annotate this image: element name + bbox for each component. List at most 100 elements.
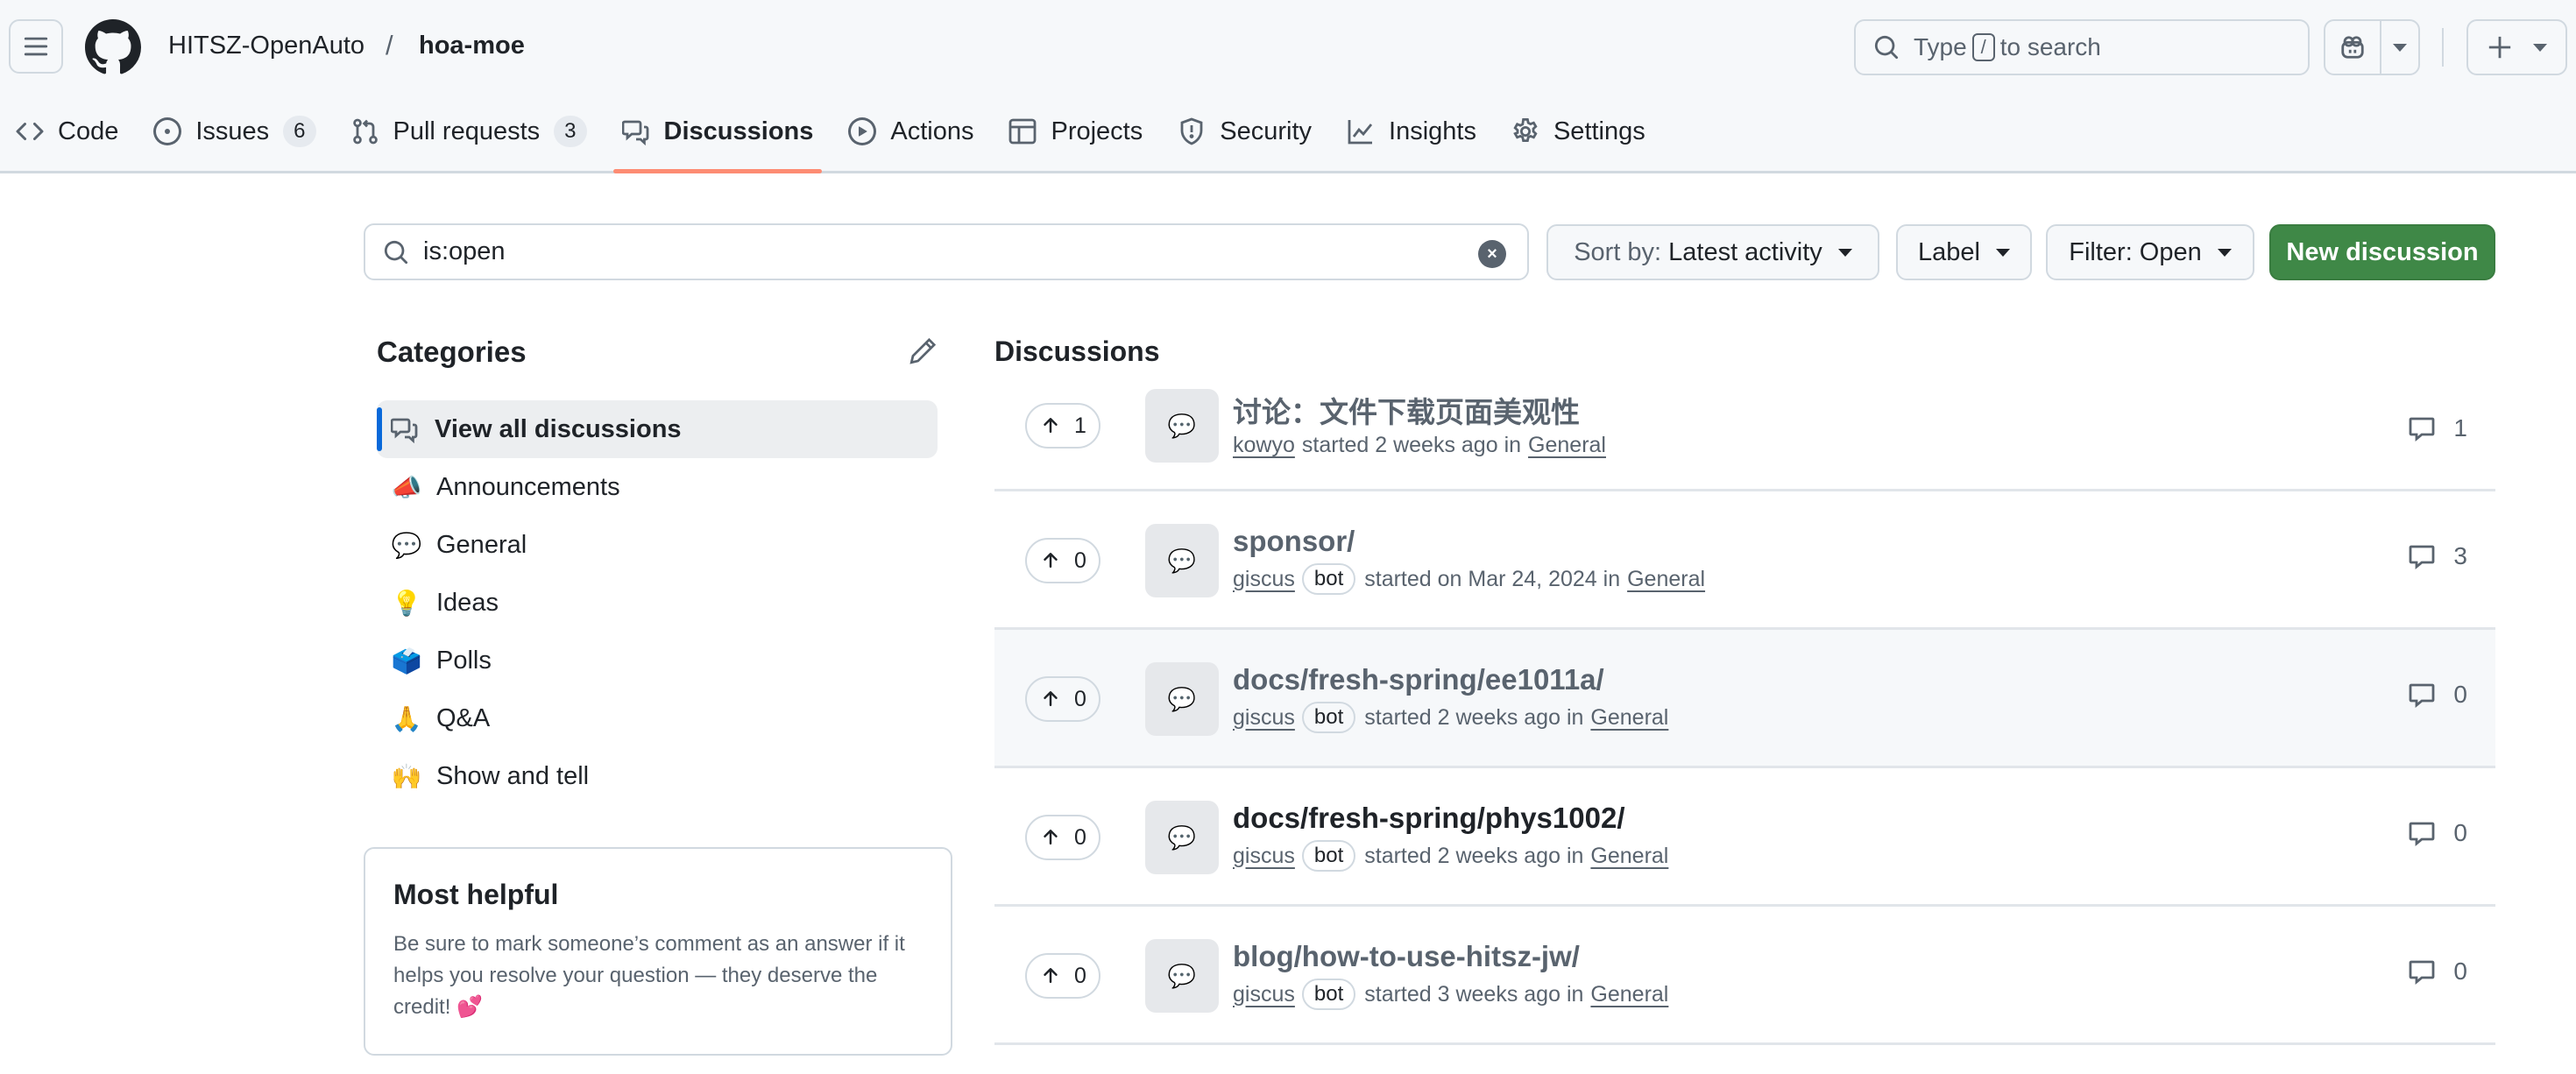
plus-icon [2489,36,2511,59]
breadcrumb-repo[interactable]: hoa-moe [419,32,525,60]
tab-discussions[interactable]: Discussions [606,103,830,173]
copilot-chat-button[interactable] [2325,21,2381,74]
category-general[interactable]: 💬 General [377,516,938,574]
github-logo-icon[interactable] [85,19,141,75]
sort-dropdown[interactable]: Sort by: Latest activity [1546,224,1879,280]
speech-balloon-icon: 💬 [391,531,422,559]
author-link[interactable]: kowyo [1233,433,1295,458]
discussions-search[interactable]: × [364,223,1529,280]
tab-pull-requests[interactable]: Pull requests 3 [336,103,603,159]
discussion-title[interactable]: docs/fresh-spring/ee1011a/ [1233,663,1604,696]
discussion-title[interactable]: 讨论：文件下载页面美观性 [1233,389,1580,431]
tab-security[interactable]: Security [1162,103,1327,159]
graph-icon [1348,120,1373,145]
category-polls[interactable]: 🗳️ Polls [377,632,938,689]
bot-badge: bot [1301,563,1356,595]
copilot-dropdown-button[interactable] [2381,21,2418,74]
categories-list: View all discussions 📣 Announcements 💬 G… [377,400,938,805]
caret-down-icon [2532,43,2547,52]
started-text: started 3 weeks ago in [1364,981,1584,1007]
category-show-and-tell[interactable]: 🙌 Show and tell [377,747,938,805]
discussion-row[interactable]: 0 💬 sponsor/ giscus bot started on Mar 2… [994,491,2495,630]
speech-balloon-icon: 💬 [1167,823,1197,851]
author-link[interactable]: giscus [1233,705,1295,731]
menu-button[interactable] [9,19,63,74]
category-link[interactable]: General [1590,705,1668,731]
discussion-row[interactable]: 0 💬 blog/how-to-use-hitsz-jw/ giscus bot… [994,907,2495,1045]
author-link[interactable]: giscus [1233,567,1295,592]
tab-code[interactable]: Code [0,103,134,159]
started-text: started on Mar 24, 2024 in [1364,566,1621,591]
code-icon [16,122,44,141]
arrow-up-icon [1044,553,1058,569]
tab-actions[interactable]: Actions [832,103,989,159]
comment-count[interactable]: 1 [2408,414,2467,442]
upvote-button[interactable]: 0 [1025,676,1100,722]
category-link[interactable]: General [1590,844,1668,869]
speech-balloon-icon: 💬 [1167,412,1197,439]
pencil-icon[interactable] [908,336,938,366]
bot-badge: bot [1301,702,1356,733]
comment-count[interactable]: 0 [2408,819,2467,847]
upvote-button[interactable]: 0 [1025,953,1100,999]
tab-insights[interactable]: Insights [1331,103,1492,159]
filter-dropdown[interactable]: Filter: Open [2046,224,2254,280]
breadcrumb-separator: / [386,30,393,60]
discussion-row[interactable]: 0 💬 docs/fresh-spring/phys1002/ giscus b… [994,768,2495,907]
clear-search-icon[interactable]: × [1478,240,1506,268]
discussion-meta: giscus bot started 3 weeks ago in Genera… [1233,979,1668,1010]
vote-count: 0 [1074,963,1086,988]
upvote-button[interactable]: 1 [1025,403,1100,449]
megaphone-icon: 📣 [391,473,422,501]
label-dropdown[interactable]: Label [1896,224,2032,280]
breadcrumb-owner[interactable]: HITSZ-OpenAuto [168,32,364,60]
discussion-title[interactable]: sponsor/ [1233,525,1355,558]
author-link[interactable]: giscus [1233,844,1295,869]
filter-button-text: Filter: Open [2069,237,2202,266]
category-label: View all discussions [435,414,682,443]
tab-label: Insights [1389,117,1476,145]
discussion-row[interactable]: 1 💬 讨论：文件下载页面美观性 kowyo started 2 weeks a… [994,377,2495,491]
category-label: General [436,530,527,559]
tab-projects[interactable]: Projects [993,103,1158,159]
comment-count[interactable]: 0 [2408,681,2467,709]
category-ideas[interactable]: 💡 Ideas [377,574,938,632]
search-placeholder-prefix: Type [1914,33,1967,60]
discussion-title[interactable]: blog/how-to-use-hitsz-jw/ [1233,940,1580,973]
vote-count: 0 [1074,686,1086,711]
label-button-text: Label [1918,237,1980,266]
upvote-button[interactable]: 0 [1025,538,1100,583]
category-link[interactable]: General [1627,567,1705,592]
tab-settings[interactable]: Settings [1496,103,1661,159]
app-header: HITSZ-OpenAuto / hoa-moe Type / to searc… [0,0,2576,173]
comment-count-value: 0 [2453,681,2467,708]
author-link[interactable]: giscus [1233,982,1295,1007]
tab-label: Issues [195,117,270,145]
upvote-button[interactable]: 0 [1025,815,1100,860]
arrow-up-icon [1044,691,1058,707]
discussion-row[interactable]: 0 💬 docs/fresh-spring/ee1011a/ giscus bo… [994,630,2495,768]
comment-count[interactable]: 3 [2408,542,2467,570]
arrow-up-icon [1044,968,1058,984]
category-view-all[interactable]: View all discussions [377,400,938,458]
discussions-search-input[interactable] [423,237,1431,266]
category-emoji-tile: 💬 [1145,801,1219,874]
discussion-title[interactable]: docs/fresh-spring/phys1002/ [1233,802,1624,835]
create-new-button[interactable] [2466,19,2567,75]
search-placeholder-suffix: to search [1999,33,2101,60]
category-link[interactable]: General [1528,433,1606,458]
started-text: started 2 weeks ago in [1364,704,1584,730]
caret-down-icon [2217,248,2232,257]
tab-label: Security [1220,117,1313,145]
category-announcements[interactable]: 📣 Announcements [377,458,938,516]
repo-nav: Code Issues 6 Pull requests 3 Discussion… [0,103,1665,173]
category-link[interactable]: General [1590,982,1668,1007]
new-discussion-button[interactable]: New discussion [2269,224,2495,280]
comment-count[interactable]: 0 [2408,957,2467,986]
tab-label: Pull requests [393,117,541,145]
global-search-input[interactable]: Type / to search [1854,19,2310,75]
tab-issues[interactable]: Issues 6 [138,103,331,159]
category-qa[interactable]: 🙏 Q&A [377,689,938,747]
discussion-meta: giscus bot started 2 weeks ago in Genera… [1233,840,1668,872]
copilot-button[interactable] [2324,19,2420,75]
